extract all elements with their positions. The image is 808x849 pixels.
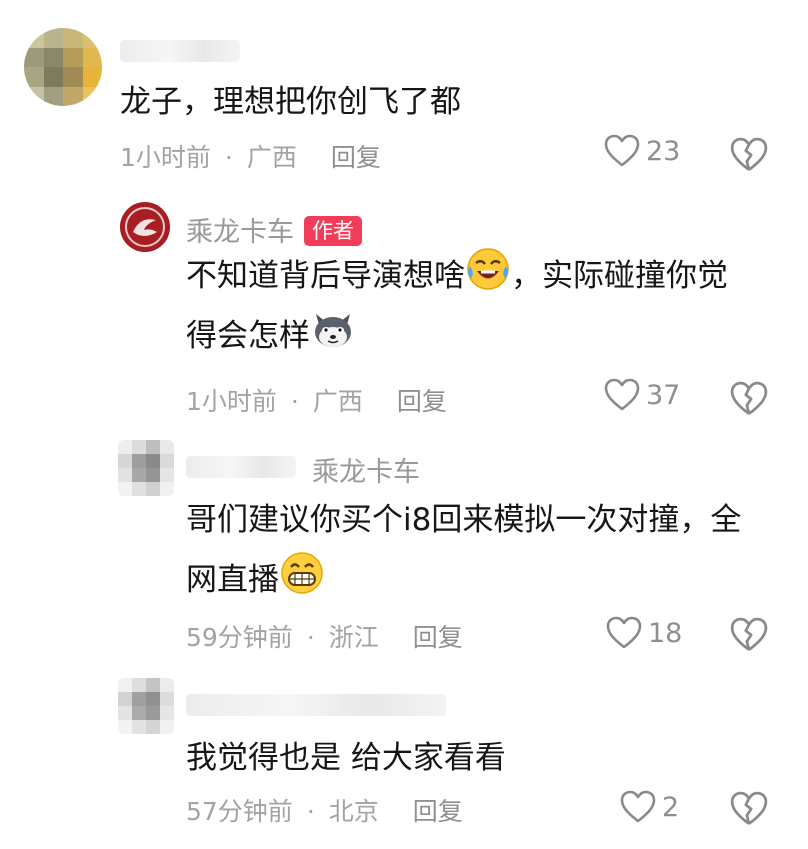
like-button[interactable]: 18 — [606, 616, 682, 650]
like-button[interactable]: 2 — [620, 790, 679, 824]
meta-separator: · — [306, 623, 315, 652]
grinning-face-emoji-icon — [281, 552, 323, 594]
broken-heart-icon[interactable] — [730, 380, 768, 418]
like-button[interactable]: 23 — [604, 134, 680, 168]
like-button[interactable]: 37 — [604, 378, 680, 412]
comment-meta: 1小时前 · 广西 回复 — [120, 138, 381, 174]
username-blurred — [186, 694, 446, 716]
comment-text-part: 不知道背后导演想啥 — [186, 258, 465, 294]
comment-text: 哥们建议你买个i8回来模拟一次对撞，全 网直播 — [186, 490, 786, 610]
reply-to-name[interactable]: 乘龙卡车 — [312, 450, 420, 489]
husky-face-emoji-icon — [315, 314, 351, 347]
location: 广西 — [312, 387, 363, 416]
location: 北京 — [328, 797, 379, 826]
comment-text-part: 哥们建议你买个i8回来模拟一次对撞，全 — [186, 502, 742, 538]
like-count: 18 — [648, 617, 683, 649]
author-avatar[interactable] — [120, 202, 170, 252]
author-badge: 作者 — [304, 216, 362, 246]
meta-separator: · — [224, 143, 233, 172]
reply-button[interactable]: 回复 — [413, 623, 463, 652]
meta-separator: · — [290, 387, 299, 416]
like-count: 23 — [646, 135, 681, 167]
avatar[interactable] — [24, 28, 102, 106]
username: 乘龙卡车 — [186, 217, 294, 248]
location: 广西 — [246, 143, 297, 172]
timestamp: 57分钟前 — [186, 797, 293, 826]
laughing-tears-emoji-icon — [467, 248, 509, 290]
comment-text: 龙子，理想把你创飞了都 — [120, 84, 461, 120]
reply-button[interactable]: 回复 — [413, 797, 463, 826]
comment-text-part: 网直播 — [186, 562, 279, 598]
like-count: 2 — [662, 791, 680, 823]
location: 浙江 — [328, 623, 379, 652]
reply-button[interactable]: 回复 — [331, 143, 381, 172]
comment-meta: 57分钟前 · 北京 回复 — [186, 792, 463, 828]
comment-text-part: 得会怎样 — [186, 318, 310, 354]
meta-separator: · — [306, 797, 315, 826]
reply-button[interactable]: 回复 — [397, 387, 447, 416]
comment-text: 我觉得也是 给大家看看 — [186, 740, 506, 776]
avatar[interactable] — [118, 440, 174, 496]
comment-meta: 59分钟前 · 浙江 回复 — [186, 618, 463, 654]
heart-icon — [606, 616, 642, 649]
broken-heart-icon[interactable] — [730, 616, 768, 654]
username-blurred — [120, 40, 240, 62]
comment-text-part: ，实际碰撞你觉 — [511, 258, 728, 294]
brand-logo-icon — [121, 203, 169, 251]
comment-thread: 龙子，理想把你创飞了都 1小时前 · 广西 回复 23 乘龙卡车 作者 不知道背后导演想… — [0, 0, 808, 849]
author-name[interactable]: 乘龙卡车 作者 — [186, 210, 362, 249]
broken-heart-icon[interactable] — [730, 136, 768, 174]
like-count: 37 — [646, 379, 681, 411]
comment-meta: 1小时前 · 广西 回复 — [186, 382, 447, 418]
heart-icon — [620, 790, 656, 823]
timestamp: 1小时前 — [120, 143, 211, 172]
broken-heart-icon[interactable] — [730, 790, 768, 828]
avatar[interactable] — [118, 678, 174, 734]
comment-text: 不知道背后导演想啥 ，实际碰撞你觉得会怎样 — [186, 246, 786, 366]
timestamp: 1小时前 — [186, 387, 277, 416]
timestamp: 59分钟前 — [186, 623, 293, 652]
heart-icon — [604, 134, 640, 167]
heart-icon — [604, 378, 640, 411]
username-blurred — [186, 456, 296, 478]
